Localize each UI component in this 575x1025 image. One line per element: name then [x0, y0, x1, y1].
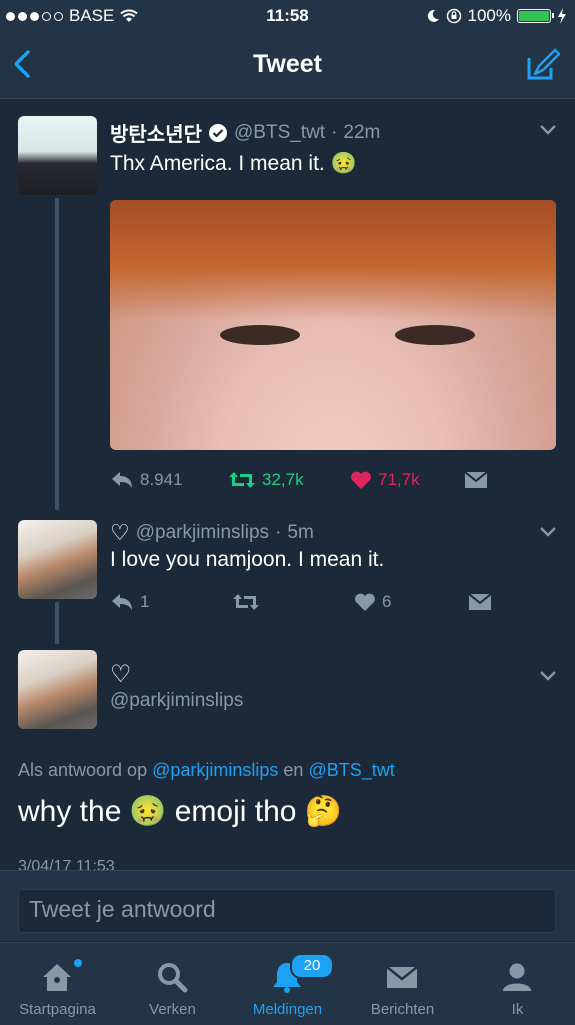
reply-input[interactable]: Tweet je antwoord: [18, 889, 556, 933]
retweet-button[interactable]: [232, 592, 354, 612]
tweet-parkjiminslips-1[interactable]: ♡ @parkjiminslips · 5m I love you namjoon.…: [0, 508, 575, 644]
tab-explore[interactable]: Verken: [115, 943, 230, 1025]
mention-link[interactable]: @parkjiminslips: [152, 760, 278, 780]
tab-me[interactable]: Ik: [460, 943, 575, 1025]
status-bar: BASE 11:58 100%: [0, 0, 575, 32]
handle[interactable]: @parkjiminslips: [110, 690, 243, 712]
envelope-icon: [386, 966, 418, 988]
tweet-text: I love you namjoon. I mean it.: [110, 548, 385, 571]
tweet-time: 5m: [287, 522, 314, 543]
new-content-dot: [74, 959, 82, 967]
focused-tweet-text: why the 🤢 emoji tho 🤔: [18, 794, 342, 829]
avatar[interactable]: [18, 650, 97, 729]
reply-context: Als antwoord op @parkjiminslips en @BTS_…: [18, 760, 395, 780]
tab-bar: Startpagina Verken 20 Meldingen Berichte…: [0, 942, 575, 1025]
tweet-text: Thx America. I mean it. 🤢: [110, 152, 357, 175]
battery-icon: [517, 9, 554, 23]
handle[interactable]: @parkjiminslips: [136, 522, 269, 544]
nauseated-face-emoji: 🤢: [129, 795, 167, 828]
reply-icon: [112, 594, 132, 610]
navigation-bar: Tweet: [0, 32, 575, 99]
display-name: ♡: [110, 520, 130, 545]
direct-message-icon[interactable]: [464, 470, 488, 490]
retweet-icon: [229, 472, 255, 488]
reply-icon: [112, 472, 132, 488]
retweet-button[interactable]: 32,7k: [228, 470, 350, 490]
display-name: 방탄소년단: [110, 124, 202, 146]
tweet-bts[interactable]: 방탄소년단 @BTS_twt · 22m Thx America. I mean i…: [0, 98, 575, 510]
retweet-icon: [233, 594, 259, 610]
battery-percentage: 100%: [467, 6, 511, 25]
tab-home[interactable]: Startpagina: [0, 943, 115, 1025]
mention-link[interactable]: @BTS_twt: [308, 760, 394, 780]
thinking-face-emoji: 🤔: [304, 795, 342, 828]
moon-icon: [427, 9, 439, 22]
heart-icon: [351, 471, 371, 489]
direct-message-icon[interactable]: [468, 592, 492, 612]
rotation-lock-icon: [446, 8, 461, 24]
thread-line: [55, 198, 59, 510]
chevron-down-icon[interactable]: [539, 670, 557, 682]
nauseated-face-emoji: 🤢: [330, 152, 357, 175]
heart-icon: [355, 593, 375, 611]
avatar[interactable]: [18, 520, 97, 599]
reply-button[interactable]: 8.941: [110, 470, 228, 490]
reply-bar: Tweet je antwoord: [0, 870, 575, 941]
tweet-header: ♡ @parkjiminslips · 5m: [110, 520, 314, 545]
avatar[interactable]: [18, 116, 97, 195]
page-title: Tweet: [253, 50, 322, 78]
search-icon: [158, 963, 188, 993]
verified-badge-icon: [209, 123, 227, 142]
compose-icon[interactable]: [525, 46, 561, 82]
tab-notifications[interactable]: 20 Meldingen: [230, 943, 345, 1025]
reply-button[interactable]: 1: [110, 592, 232, 612]
person-icon: [503, 963, 531, 991]
like-button[interactable]: 71,7k: [350, 470, 464, 490]
like-button[interactable]: 6: [354, 592, 468, 612]
tweet-header: 방탄소년단 @BTS_twt · 22m: [110, 118, 380, 147]
tweet-time: 22m: [343, 121, 381, 143]
chevron-down-icon[interactable]: [539, 124, 557, 136]
tweet-actions: 8.941 32,7k 71,7k: [110, 470, 488, 490]
handle[interactable]: @BTS_twt: [234, 122, 325, 144]
notification-badge: 20: [290, 953, 334, 979]
chevron-down-icon[interactable]: [539, 526, 557, 538]
tweet-parkjiminslips-focused[interactable]: ♡ @parkjiminslips: [0, 638, 575, 868]
tweet-actions: 1 6: [110, 592, 492, 612]
home-icon: [43, 964, 71, 991]
tab-messages[interactable]: Berichten: [345, 943, 460, 1025]
tweet-timestamp: 3/04/17 11:53: [18, 858, 115, 870]
display-name: ♡: [110, 661, 132, 688]
charging-icon: [558, 8, 566, 24]
tweet-photo[interactable]: [110, 200, 556, 450]
